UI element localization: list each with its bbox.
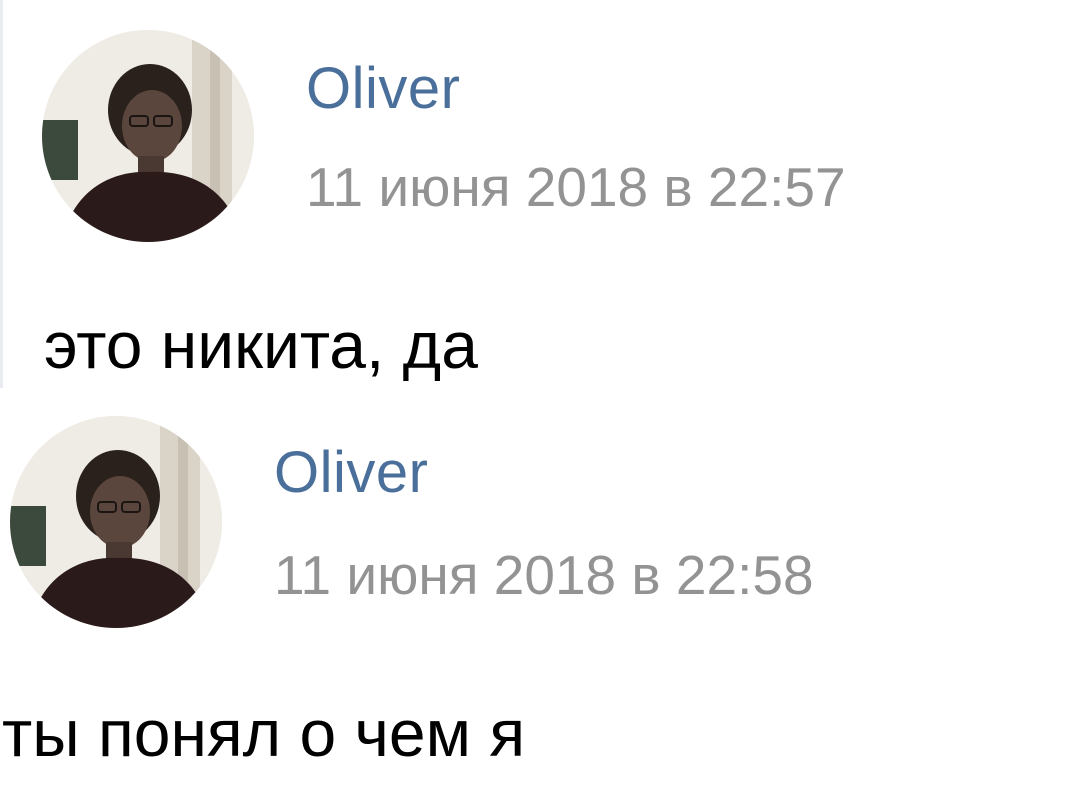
user-photo-avatar-icon <box>10 416 222 628</box>
post-timestamp[interactable]: 11 июня 2018 в 22:58 <box>274 548 814 603</box>
avatar[interactable] <box>10 416 222 628</box>
thread-divider <box>0 0 3 388</box>
user-photo-avatar-icon <box>42 30 254 242</box>
author-name-link[interactable]: Oliver <box>306 60 460 118</box>
comment-post: Oliver 11 июня 2018 в 22:58 ты понял о ч… <box>0 396 1080 796</box>
message-text: ты понял о чем я <box>2 696 526 770</box>
message-text: это никита, да <box>44 308 478 382</box>
avatar[interactable] <box>42 30 254 242</box>
comment-post: Oliver 11 июня 2018 в 22:57 это никита, … <box>0 0 1080 396</box>
post-timestamp[interactable]: 11 июня 2018 в 22:57 <box>306 160 846 215</box>
author-name-link[interactable]: Oliver <box>274 444 428 502</box>
